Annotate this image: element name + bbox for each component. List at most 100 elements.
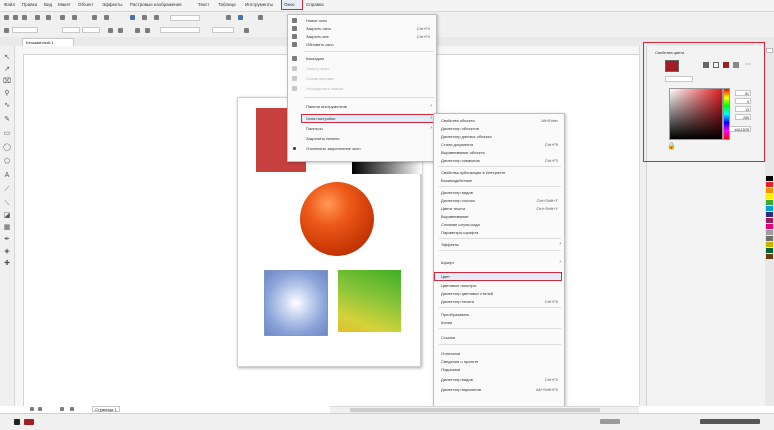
portrait-icon[interactable]	[108, 28, 113, 33]
palette-swatch[interactable]	[766, 200, 773, 205]
nudge-field[interactable]	[212, 27, 234, 33]
menu-help[interactable]: Справка	[306, 2, 324, 7]
menu-item-variants-manager[interactable]: Диспетчер вариантов Alt+Shift+F2	[434, 386, 564, 393]
palette-swatch[interactable]	[766, 188, 773, 193]
palette-swatch[interactable]	[766, 206, 773, 211]
menu-item-align-objects[interactable]: Выравнивание объекта	[434, 149, 564, 156]
freehand-tool-icon[interactable]: ∿	[3, 102, 11, 109]
transparency-icon[interactable]: ▦	[3, 224, 11, 231]
palette-swatch[interactable]	[766, 236, 773, 241]
menu-item-hints[interactable]: Подсказки	[434, 366, 564, 373]
menu-item-object-properties[interactable]: Свойства объекта Alt+Enter	[434, 117, 564, 124]
menu-item-document-styles[interactable]: Стили документа Ctrl+F5	[434, 141, 564, 148]
menu-item-color[interactable]: Цвет	[434, 273, 564, 280]
next-page-icon[interactable]	[60, 407, 64, 411]
menu-item-view-manager-2[interactable]: Диспетчер видов Ctrl+F2	[434, 376, 564, 383]
palette-swatch[interactable]	[766, 224, 773, 229]
palette-swatch[interactable]	[766, 48, 773, 53]
blue-square-shape[interactable]	[264, 270, 328, 336]
copy-icon[interactable]	[60, 15, 65, 20]
units-dropdown[interactable]	[160, 27, 200, 33]
redo-icon[interactable]	[104, 15, 109, 20]
import-icon[interactable]	[130, 15, 135, 20]
polygon-tool-icon[interactable]: ⬠	[3, 158, 11, 165]
palette-swatch[interactable]	[766, 248, 773, 253]
menu-view[interactable]: Вид	[44, 2, 52, 7]
menu-item-close-window[interactable]: Закрыть окно Ctrl+F4	[288, 25, 436, 32]
connector-tool-icon[interactable]: ⟍	[3, 200, 11, 207]
menu-item-font[interactable]: Шрифт ›	[434, 259, 564, 266]
green-yellow-square-shape[interactable]	[338, 270, 401, 332]
menu-item-project-info[interactable]: Сведения о проекте	[434, 358, 564, 365]
menu-tools[interactable]: Инструменты	[245, 2, 273, 7]
export-icon[interactable]	[142, 15, 147, 20]
publish-icon[interactable]	[154, 15, 159, 20]
smart-fill-icon[interactable]: ✚	[3, 260, 11, 267]
snap-icon[interactable]	[226, 15, 231, 20]
palette-swatch[interactable]	[766, 242, 773, 247]
text-tool-icon[interactable]: A	[3, 172, 11, 179]
menu-item-copy[interactable]: Копия	[434, 319, 564, 326]
last-page-icon[interactable]	[70, 407, 74, 411]
horizontal-scrollbar[interactable]	[330, 406, 639, 413]
landscape-icon[interactable]	[118, 28, 123, 33]
cut-icon[interactable]	[46, 15, 51, 20]
zoom-tool-icon[interactable]: ⚲	[3, 90, 11, 97]
menu-table[interactable]: Таблица	[218, 2, 236, 7]
menu-item-link-manager[interactable]: Диспетчер ссылок Ctrl+Shift+T	[434, 197, 564, 204]
menu-item-refresh-window[interactable]: Обновить окно	[288, 41, 436, 48]
menu-edit[interactable]: Правка	[22, 2, 37, 7]
new-icon[interactable]	[4, 15, 9, 20]
interactive-fill-icon[interactable]: ◈	[3, 248, 11, 255]
menu-item-cascade[interactable]: Каскадом	[288, 55, 436, 62]
menu-item-prints[interactable]: Отпечатки	[434, 350, 564, 357]
menu-item-tile-vertical[interactable]: Сверху вниз	[288, 65, 436, 72]
menu-item-close-all[interactable]: Закрыть все Ctrl+F4	[288, 33, 436, 40]
menu-item-font-options[interactable]: Параметры шрифта	[434, 229, 564, 236]
crop-tool-icon[interactable]: ⌧	[3, 78, 11, 85]
palette-swatch[interactable]	[766, 176, 773, 181]
menu-text[interactable]: Текст	[198, 2, 209, 7]
artistic-media-icon[interactable]: ✎	[3, 116, 11, 123]
duplicate-distance-icon[interactable]	[244, 28, 249, 33]
menu-item-palettes[interactable]: Палитры ›	[288, 125, 436, 132]
pick-tool-icon[interactable]: ↖	[3, 54, 11, 61]
launch-icon[interactable]	[238, 15, 243, 20]
undo-icon[interactable]	[92, 15, 97, 20]
palette-swatch[interactable]	[766, 218, 773, 223]
page-preset-field[interactable]	[12, 27, 38, 33]
open-icon[interactable]	[13, 15, 18, 20]
page-size-icon[interactable]	[4, 28, 9, 33]
menu-item-color-palettes[interactable]: Цветовые палитры	[434, 282, 564, 289]
parallel-dimension-icon[interactable]: ⟋	[3, 186, 11, 193]
page-tab[interactable]: Страница 1	[92, 406, 120, 412]
horizontal-scroll-thumb[interactable]	[350, 408, 600, 412]
menu-item-barcode-merge[interactable]: Слияние штрих-кода	[434, 221, 564, 228]
rectangle-tool-icon[interactable]: ▭	[3, 130, 11, 137]
palette-swatch[interactable]	[766, 230, 773, 235]
menu-file[interactable]: Файл	[4, 2, 15, 7]
palette-swatch[interactable]	[766, 212, 773, 217]
options-icon[interactable]	[258, 15, 263, 20]
document-tab[interactable]: Безымянный-1	[22, 38, 74, 46]
menu-item-effects[interactable]: Эффекты ›	[434, 241, 564, 248]
menu-item-object-manager[interactable]: Диспетчер объектов	[434, 125, 564, 132]
menu-item-text-colors[interactable]: Цвета текста Ctrl+Shift+Y	[434, 205, 564, 212]
menu-item-disable-docking[interactable]: Отключить закрепление окон	[288, 145, 436, 152]
ellipse-tool-icon[interactable]: ◯	[3, 144, 11, 151]
paste-icon[interactable]	[72, 15, 77, 20]
save-icon[interactable]	[22, 15, 27, 20]
menu-item-view-manager[interactable]: Диспетчер видов	[434, 189, 564, 196]
menu-item-new-window[interactable]: Новое окно	[288, 17, 436, 24]
first-page-icon[interactable]	[30, 407, 34, 411]
orange-sphere-shape[interactable]	[300, 182, 374, 256]
drop-shadow-icon[interactable]: ◪	[3, 212, 11, 219]
all-pages-icon[interactable]	[135, 28, 140, 33]
menu-object[interactable]: Объект	[78, 2, 93, 7]
menu-item-dockers[interactable]: Окна настройки ›	[288, 115, 436, 122]
menu-bitmaps[interactable]: Растровые изображения	[130, 2, 182, 7]
menu-item-lock-toolbars[interactable]: Закрепить панели	[288, 135, 436, 142]
menu-item-interaction[interactable]: Взаимодействие	[434, 177, 564, 184]
menu-window[interactable]: Окно	[284, 2, 294, 7]
menu-item-tile-horizontal[interactable]: Слева направо	[288, 75, 436, 82]
